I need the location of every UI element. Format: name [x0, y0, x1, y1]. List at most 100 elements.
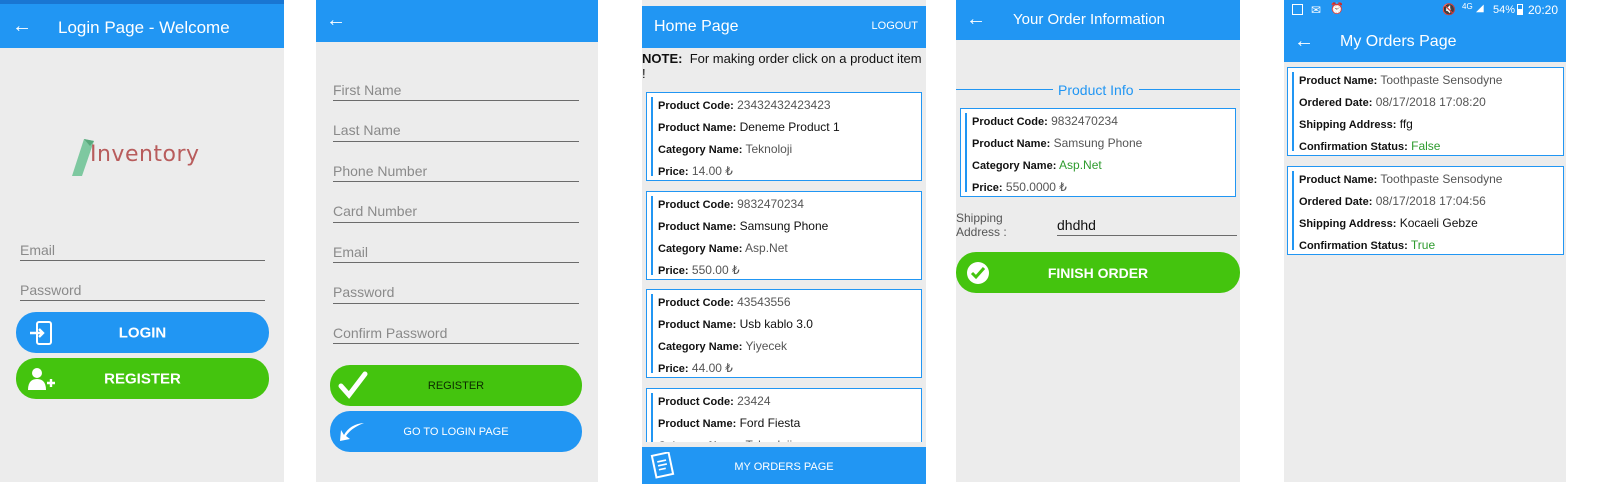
finish-order-button[interactable]: FINISH ORDER [956, 252, 1240, 293]
page-title: Home Page [654, 18, 739, 35]
order-product-card: Product Code: 9832470234 Product Name: S… [960, 108, 1236, 197]
product-name-value: Deneme Product 1 [739, 120, 840, 134]
my-orders-label: MY ORDERS PAGE [734, 461, 834, 473]
order-product-name-value: Toothpaste Sensodyne [1380, 73, 1503, 87]
product-name-row: Product Name: Samsung Phone [972, 136, 1143, 150]
go-to-login-label: GO TO LOGIN PAGE [403, 425, 509, 438]
register-field-3[interactable] [333, 202, 579, 223]
back-arrow-icon[interactable]: ← [966, 9, 986, 29]
product-code-value: 9832470234 [737, 196, 804, 211]
product-code: Product Code: 23432432423423 [658, 98, 831, 112]
register-app-bar: ← [316, 0, 598, 42]
page-title: My Orders Page [1340, 33, 1457, 50]
register-field-0[interactable] [333, 81, 579, 101]
mute-icon: 🔇 [1442, 4, 1456, 16]
order-product-name: Product Name: Toothpaste Sensodyne [1299, 171, 1503, 186]
inventory-logo: Inventory [70, 136, 220, 178]
confirmation-status-value: False [1411, 139, 1441, 153]
product-code-row: Product Code: 9832470234 [972, 114, 1118, 128]
product-name-value: Ford Fiesta [739, 415, 801, 430]
my-orders-screen: ✉ ⏰ 🔇 4G ◢ 54% 20:20 ← My Orders Page Pr… [1284, 0, 1566, 482]
order-product-name-value: Toothpaste Sensodyne [1380, 171, 1503, 186]
price-value: 44.00 ₺ [691, 361, 733, 375]
category-row: Category Name: Asp.Net [972, 158, 1102, 172]
product-name: Product Name: Deneme Product 1 [658, 120, 840, 134]
finish-order-label: FINISH ORDER [1047, 264, 1149, 281]
confirmation-status: Confirmation Status: True [1299, 237, 1436, 252]
ordered-date: Ordered Date: 08/17/2018 17:04:56 [1299, 193, 1486, 208]
category-name-value: Teknoloji [745, 438, 792, 443]
login-button[interactable]: LOGIN [16, 312, 269, 353]
price: Price: 14.00 ₺ [658, 164, 733, 178]
order-product-name: Product Name: Toothpaste Sensodyne [1299, 73, 1503, 87]
page-title: Your Order Information [1013, 11, 1166, 28]
price: Price: 550.00 ₺ [658, 262, 740, 277]
order-card[interactable]: Product Name: Toothpaste Sensodyne Ordere… [1287, 67, 1564, 156]
network-type: 4G [1462, 2, 1473, 11]
product-code: Product Code: 43543556 [658, 295, 791, 309]
product-code: Product Code: 9832470234 [658, 196, 804, 211]
category-name-value: Yiyecek [745, 339, 788, 353]
ordered-date: Ordered Date: 08/17/2018 17:08:20 [1299, 95, 1486, 109]
shipping-address-value: Kocaeli Gebze [1399, 215, 1478, 230]
login-screen: ← Login Page - Welcome Inventory LOGIN R… [0, 0, 284, 482]
register-field-6[interactable] [333, 324, 579, 344]
my-orders-button[interactable]: MY ORDERS PAGE [642, 447, 926, 484]
gallery-icon [1292, 4, 1303, 15]
confirmation-status: Confirmation Status: False [1299, 139, 1441, 153]
order-app-bar: ← Your Order Information [956, 0, 1240, 40]
shipping-address: Shipping Address: ffg [1299, 117, 1413, 131]
product-card[interactable]: Product Code: 23432432423423 Product Name… [646, 92, 922, 181]
order-card[interactable]: Product Name: Toothpaste Sensodyne Ordere… [1287, 165, 1564, 255]
register-button-label: REGISTER [104, 370, 181, 387]
product-name: Product Name: Usb kablo 3.0 [658, 317, 813, 331]
register-field-1[interactable] [333, 121, 579, 142]
register-submit-label: REGISTER [427, 379, 485, 392]
register-screen: ← REGISTER GO TO LOGIN PAGE [316, 0, 598, 482]
register-field-4[interactable] [333, 243, 579, 263]
ordered-date-value: 08/17/2018 17:08:20 [1375, 95, 1486, 109]
product-code: 9832470234 [1051, 114, 1118, 128]
back-arrow-icon[interactable]: ← [1294, 31, 1314, 51]
clock: 20:20 [1528, 3, 1559, 17]
go-to-login-button[interactable]: GO TO LOGIN PAGE [330, 411, 582, 452]
product-name: Product Name: Ford Fiesta [658, 415, 801, 430]
my-orders-app-bar: ← My Orders Page [1284, 22, 1566, 62]
register-button[interactable]: REGISTER [16, 358, 269, 399]
register-field-5[interactable] [333, 283, 579, 304]
note-label: NOTE: [642, 51, 683, 66]
password-field[interactable] [20, 281, 265, 301]
shipping-address: Shipping Address: Kocaeli Gebze [1299, 215, 1478, 230]
product-card[interactable]: Product Code: 23424 Product Name: Ford Fi… [646, 387, 922, 443]
category-name: Category Name: Yiyecek [658, 339, 788, 353]
product-name: Samsung Phone [1053, 136, 1143, 150]
signal-icon: ◢ [1476, 3, 1484, 14]
battery-level: 54% [1493, 4, 1516, 16]
price-value: 550.00 ₺ [691, 262, 740, 277]
register-submit-button[interactable]: REGISTER [330, 365, 582, 406]
page-title: Login Page - Welcome [58, 18, 230, 37]
product-card[interactable]: Product Code: 9832470234 Product Name: Sa… [646, 190, 922, 280]
product-card[interactable]: Product Code: 43543556 Product Name: Usb … [646, 289, 922, 378]
back-arrow-icon[interactable]: ← [326, 10, 346, 30]
register-field-2[interactable] [333, 162, 579, 182]
battery-icon [1517, 4, 1523, 15]
price: 550.0000 ₺ [1005, 180, 1067, 194]
status-bar: ✉ ⏰ 🔇 4G ◢ 54% 20:20 [1284, 0, 1566, 22]
category-name: Asp.Net [1059, 158, 1102, 172]
note-text: NOTE: For making order click on a produc… [642, 51, 924, 81]
category-name: Category Name: Asp.Net [658, 240, 788, 255]
shipping-address-label: Shipping Address : [956, 211, 1007, 239]
back-arrow-icon[interactable]: ← [12, 16, 32, 36]
confirmation-status-value: True [1410, 237, 1436, 252]
logo-text: Inventory [90, 142, 200, 167]
category-name: Category Name: Teknoloji [658, 142, 793, 156]
product-list: Product Code: 23432432423423 Product Name… [642, 87, 924, 442]
email-field[interactable] [20, 241, 265, 261]
section-title: Product Info [1053, 82, 1139, 98]
logout-button[interactable]: LOGOUT [872, 20, 918, 32]
note-message: For making order click on a product item… [642, 51, 922, 81]
home-screen: Home Page LOGOUT NOTE: For making order … [642, 0, 926, 484]
shipping-address-input[interactable] [1057, 216, 1237, 236]
price-value: 14.00 ₺ [691, 164, 733, 178]
